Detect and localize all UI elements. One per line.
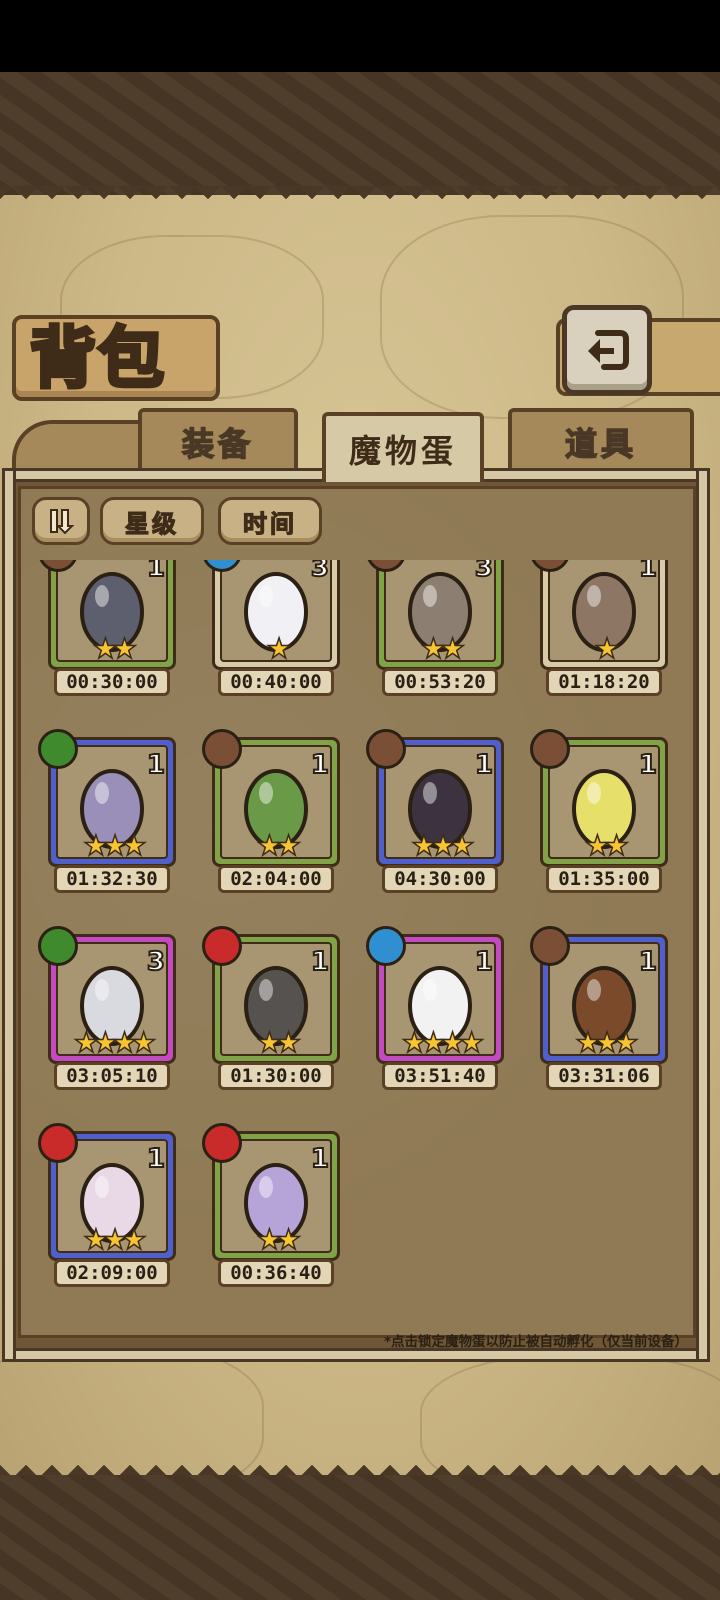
- tab-monster-egg[interactable]: 魔物蛋: [322, 412, 484, 482]
- egg-hatch-timer: 03:31:06: [546, 1062, 662, 1090]
- egg-hatch-timer: 00:53:20: [382, 668, 498, 696]
- egg-slot[interactable]: 1 ★★★ 04:30:00: [366, 729, 508, 893]
- torn-edge-top: [0, 186, 720, 212]
- egg-hatch-timer: 02:04:00: [218, 865, 334, 893]
- egg-hatch-timer: 02:09:00: [54, 1259, 170, 1287]
- panel-frame-left: [2, 468, 16, 1362]
- egg-count: 3: [310, 560, 330, 584]
- egg-hatch-timer: 04:30:00: [382, 865, 498, 893]
- egg-star-rating: ★★★: [575, 1025, 640, 1060]
- egg-star-rating: ★★: [584, 828, 630, 863]
- earth-element-icon: [202, 729, 242, 769]
- egg-slot[interactable]: 3 ★★ 00:53:20: [366, 560, 508, 696]
- egg-star-rating: ★★: [256, 828, 302, 863]
- tab-monster-egg-label: 魔物蛋: [348, 432, 457, 470]
- sort-by-time-button[interactable]: 时间: [218, 497, 322, 545]
- sort-by-star-label: 星级: [124, 509, 179, 538]
- back-button[interactable]: [562, 305, 652, 395]
- egg-hatch-timer: 03:51:40: [382, 1062, 498, 1090]
- egg-card: 3 ★★: [376, 560, 504, 670]
- sort-order-icon: [50, 509, 75, 535]
- egg-hatch-timer: 01:30:00: [218, 1062, 334, 1090]
- egg-star-rating: ★: [266, 631, 293, 666]
- map-background-bottom: [0, 1475, 720, 1600]
- water-element-icon: [366, 926, 406, 966]
- egg-count: 1: [146, 560, 166, 584]
- egg-hatch-timer: 01:18:20: [546, 668, 662, 696]
- egg-hatch-timer: 01:32:30: [54, 865, 170, 893]
- egg-count: 1: [638, 560, 658, 584]
- egg-hatch-timer: 00:40:00: [218, 668, 334, 696]
- egg-star-rating: ★★★: [83, 1222, 148, 1257]
- egg-slot[interactable]: 1 ★★ 00:30:00: [38, 560, 180, 696]
- egg-count: 1: [638, 749, 658, 781]
- egg-count: 1: [310, 1143, 330, 1175]
- egg-star-rating: ★★★★: [401, 1025, 485, 1060]
- egg-slot[interactable]: 3 ★★★★ 03:05:10: [38, 926, 180, 1090]
- egg-star-rating: ★★: [92, 631, 138, 666]
- egg-hatch-timer: 00:36:40: [218, 1259, 334, 1287]
- grass-element-icon: [38, 729, 78, 769]
- egg-star-rating: ★★★: [83, 828, 148, 863]
- egg-count: 3: [474, 560, 494, 584]
- egg-star-rating: ★: [594, 631, 621, 666]
- egg-card: 1 ★★: [48, 560, 176, 670]
- earth-element-icon: [366, 729, 406, 769]
- egg-hatch-timer: 01:35:00: [546, 865, 662, 893]
- egg-card: 3 ★: [212, 560, 340, 670]
- egg-slot[interactable]: 1 ★★★ 03:31:06: [530, 926, 672, 1090]
- egg-slot[interactable]: 1 ★★ 02:04:00: [202, 729, 344, 893]
- panel-frame-right: [696, 468, 710, 1362]
- tab-items[interactable]: 道具: [508, 408, 694, 472]
- egg-count: 1: [310, 749, 330, 781]
- grass-element-icon: [38, 926, 78, 966]
- status-bar: [0, 0, 720, 72]
- egg-slot[interactable]: 1 ★★★ 01:32:30: [38, 729, 180, 893]
- egg-count: 1: [474, 749, 494, 781]
- tab-equipment[interactable]: 装备: [138, 408, 298, 472]
- fire-element-icon: [202, 1123, 242, 1163]
- egg-count: 1: [638, 946, 658, 978]
- egg-slot[interactable]: 1 ★★ 01:35:00: [530, 729, 672, 893]
- map-background-top: [0, 72, 720, 197]
- egg-star-rating: ★★★: [411, 828, 476, 863]
- egg-hatch-timer: 00:30:00: [54, 668, 170, 696]
- tab-equipment-label: 装备: [181, 424, 254, 464]
- egg-hatch-timer: 03:05:10: [54, 1062, 170, 1090]
- egg-star-rating: ★★: [420, 631, 466, 666]
- egg-slot[interactable]: 1 ★★★ 02:09:00: [38, 1123, 180, 1287]
- page-title: 背包: [28, 317, 166, 399]
- sort-by-time-label: 时间: [242, 509, 297, 538]
- back-arrow-icon: [588, 330, 629, 370]
- earth-element-icon: [530, 729, 570, 769]
- egg-grid: 1 ★★ 00:30:00 3 ★ 00:40:00 3 ★★ 00:53:20 1 ★ 01:18:…: [30, 560, 690, 1305]
- egg-slot[interactable]: 1 ★★ 00:36:40: [202, 1123, 344, 1287]
- sort-order-button[interactable]: [32, 497, 90, 545]
- egg-card: 1 ★: [540, 560, 668, 670]
- earth-element-icon: [530, 926, 570, 966]
- egg-star-rating: ★★: [256, 1025, 302, 1060]
- egg-star-rating: ★★★★: [73, 1025, 157, 1060]
- egg-slot[interactable]: 1 ★★★★ 03:51:40: [366, 926, 508, 1090]
- egg-slot[interactable]: 1 ★★ 01:30:00: [202, 926, 344, 1090]
- sort-by-star-button[interactable]: 星级: [100, 497, 204, 545]
- panel-frame-bottom: [4, 1348, 708, 1362]
- lock-hint-text: *点击锁定魔物蛋以防止被自动孵化（仅当前设备）: [383, 1334, 688, 1350]
- fire-element-icon: [202, 926, 242, 966]
- egg-count: 1: [310, 946, 330, 978]
- egg-star-rating: ★★: [256, 1222, 302, 1257]
- egg-slot[interactable]: 3 ★ 00:40:00: [202, 560, 344, 696]
- egg-count: 1: [474, 946, 494, 978]
- egg-slot[interactable]: 1 ★ 01:18:20: [530, 560, 672, 696]
- egg-count: 1: [146, 749, 166, 781]
- egg-count: 1: [146, 1143, 166, 1175]
- egg-count: 3: [146, 946, 166, 978]
- tab-items-label: 道具: [564, 424, 637, 464]
- fire-element-icon: [38, 1123, 78, 1163]
